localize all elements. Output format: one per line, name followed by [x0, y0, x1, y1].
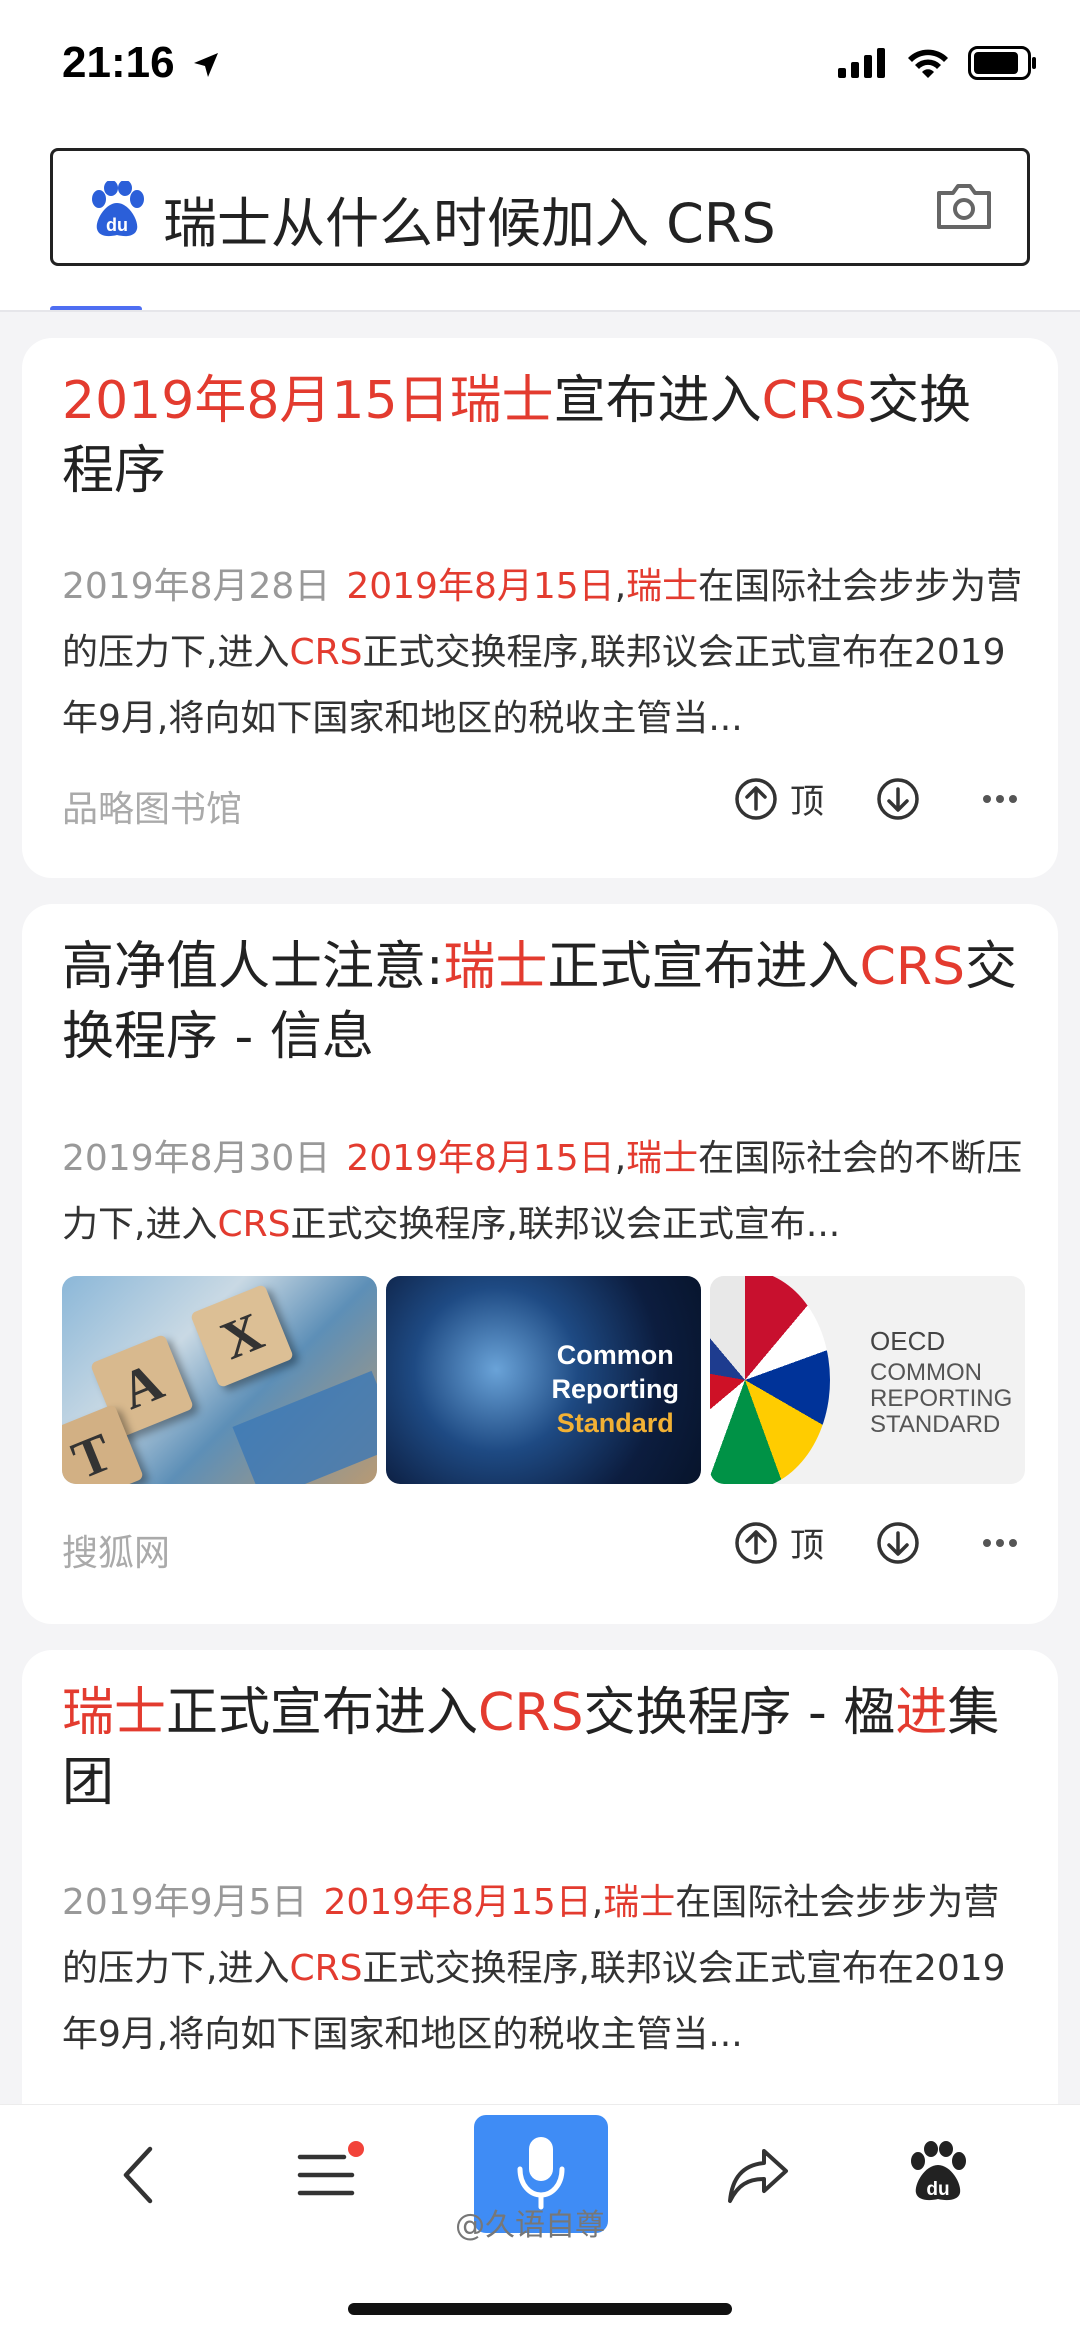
image-caption-line: REPORTING: [870, 1385, 1013, 1412]
status-time: 21:16: [62, 38, 221, 88]
image-caption-line: COMMON: [870, 1359, 982, 1386]
text-segment: 正式宣布进入: [547, 937, 860, 997]
text-segment: ,: [614, 1138, 627, 1179]
share-icon[interactable]: [726, 2147, 790, 2205]
search-input[interactable]: 瑞士从什么时候加入 CRS: [163, 179, 776, 258]
text-segment: 交换程序 - 楹: [583, 1683, 896, 1743]
highlighted-keyword: 瑞士: [626, 566, 699, 607]
tax-tiles-image[interactable]: A X T: [62, 1276, 377, 1484]
wifi-icon: [908, 49, 948, 78]
result-actions: 顶: [734, 774, 1018, 823]
result-title[interactable]: 高净值人士注意:瑞士正式宣布进入CRS交换程序 - 信息: [62, 932, 1022, 1072]
search-box[interactable]: du 瑞士从什么时候加入 CRS: [50, 148, 1030, 266]
highlighted-keyword: 瑞士: [62, 1683, 167, 1743]
highlighted-keyword: 2019年8月15日瑞士: [62, 371, 554, 431]
arrow-up-circle-icon: [735, 777, 777, 820]
back-arrow-icon[interactable]: [118, 2145, 158, 2205]
downvote-button[interactable]: [876, 1521, 920, 1565]
notification-dot: [348, 2141, 364, 2157]
home-indicator: [348, 2303, 732, 2315]
result-summary: 2019年9月5日 2019年8月15日,瑞士在国际社会步步为营的压力下,进入CR…: [62, 1870, 1032, 2068]
result-date: 2019年9月5日: [62, 1882, 308, 1923]
search-header: du 瑞士从什么时候加入 CRS: [0, 130, 1080, 312]
upvote-button[interactable]: 顶: [734, 1518, 824, 1567]
header-divider: [0, 310, 1080, 312]
text-segment: ,: [591, 1882, 604, 1923]
text-segment: ,: [614, 566, 627, 607]
result-source[interactable]: 品略图书馆: [62, 780, 242, 832]
baidu-home-icon[interactable]: du: [906, 2141, 970, 2203]
highlighted-keyword: CRS: [289, 1948, 363, 1989]
image-caption-line: Standard: [556, 1408, 674, 1438]
result-date: 2019年8月28日: [62, 566, 331, 607]
image-caption-line: OECD: [870, 1326, 946, 1356]
result-date: 2019年8月30日: [62, 1138, 331, 1179]
highlighted-keyword: CRS: [859, 937, 966, 997]
highlighted-keyword: 瑞士: [443, 937, 548, 997]
highlighted-keyword: CRS: [289, 632, 363, 673]
more-options-icon[interactable]: [982, 1538, 1018, 1548]
highlighted-keyword: 2019年8月15日: [346, 1138, 615, 1179]
result-summary: 2019年8月28日 2019年8月15日,瑞士在国际社会步步为营的压力下,进入C…: [62, 554, 1032, 752]
oecd-flags-image[interactable]: OECD COMMON REPORTING STANDARD: [710, 1276, 1025, 1484]
result-title[interactable]: 2019年8月15日瑞士宣布进入CRS交换程序: [62, 366, 1022, 506]
upvote-label: 顶: [790, 1526, 824, 1566]
highlighted-keyword: 瑞士: [626, 1138, 699, 1179]
highlighted-keyword: 瑞士: [603, 1882, 676, 1923]
svg-text:du: du: [926, 2179, 949, 2200]
result-card[interactable]: 高净值人士注意:瑞士正式宣布进入CRS交换程序 - 信息 2019年8月30日 2…: [22, 904, 1058, 1624]
image-caption-line: Reporting: [551, 1374, 680, 1404]
battery-icon: [968, 46, 1036, 80]
result-card[interactable]: 2019年8月15日瑞士宣布进入CRS交换程序 2019年8月28日 2019年8…: [22, 338, 1058, 878]
text-segment: 正式宣布进入: [166, 1683, 479, 1743]
highlighted-keyword: CRS: [217, 1204, 291, 1245]
upvote-label: 顶: [790, 782, 824, 822]
more-options-icon[interactable]: [982, 794, 1018, 804]
result-source[interactable]: 搜狐网: [62, 1524, 170, 1576]
highlighted-keyword: CRS: [761, 371, 868, 431]
upvote-button[interactable]: 顶: [734, 774, 824, 823]
highlighted-keyword: 2019年8月15日: [323, 1882, 592, 1923]
camera-icon[interactable]: [935, 181, 993, 231]
clock-text: 21:16: [62, 38, 175, 87]
result-image-strip: A X T Common Reporting Standard OECD COM…: [62, 1276, 1026, 1484]
location-arrow-icon: [193, 53, 218, 78]
cellular-signal-icon: [838, 48, 885, 78]
result-title[interactable]: 瑞士正式宣布进入CRS交换程序 - 楹进集团: [62, 1678, 1022, 1818]
text-segment: 宣布进入: [553, 371, 762, 431]
highlighted-keyword: 2019年8月15日: [346, 566, 615, 607]
image-caption-line: STANDARD: [870, 1411, 1001, 1438]
arrow-up-circle-icon: [735, 1521, 777, 1564]
baidu-paw-logo-icon: du: [92, 181, 144, 237]
result-actions: 顶: [734, 1518, 1018, 1567]
image-caption-line: Common: [556, 1340, 674, 1370]
weibo-watermark: @久语自尊: [455, 2208, 605, 2243]
highlighted-keyword: CRS: [478, 1683, 584, 1743]
result-summary: 2019年8月30日 2019年8月15日,瑞士在国际社会的不断压力下,进入CRS…: [62, 1126, 1032, 1258]
crs-globe-image[interactable]: Common Reporting Standard: [386, 1276, 701, 1484]
text-segment: 正式交换程序,联邦议会正式宣布...: [290, 1204, 841, 1245]
highlighted-keyword: 进: [895, 1683, 948, 1743]
status-bar: 21:16: [0, 0, 1080, 130]
menu-button[interactable]: [296, 2141, 364, 2205]
menu-icon: [297, 2154, 355, 2196]
downvote-button[interactable]: [876, 777, 920, 821]
svg-text:du: du: [106, 215, 128, 235]
text-segment: 高净值人士注意:: [62, 937, 444, 997]
